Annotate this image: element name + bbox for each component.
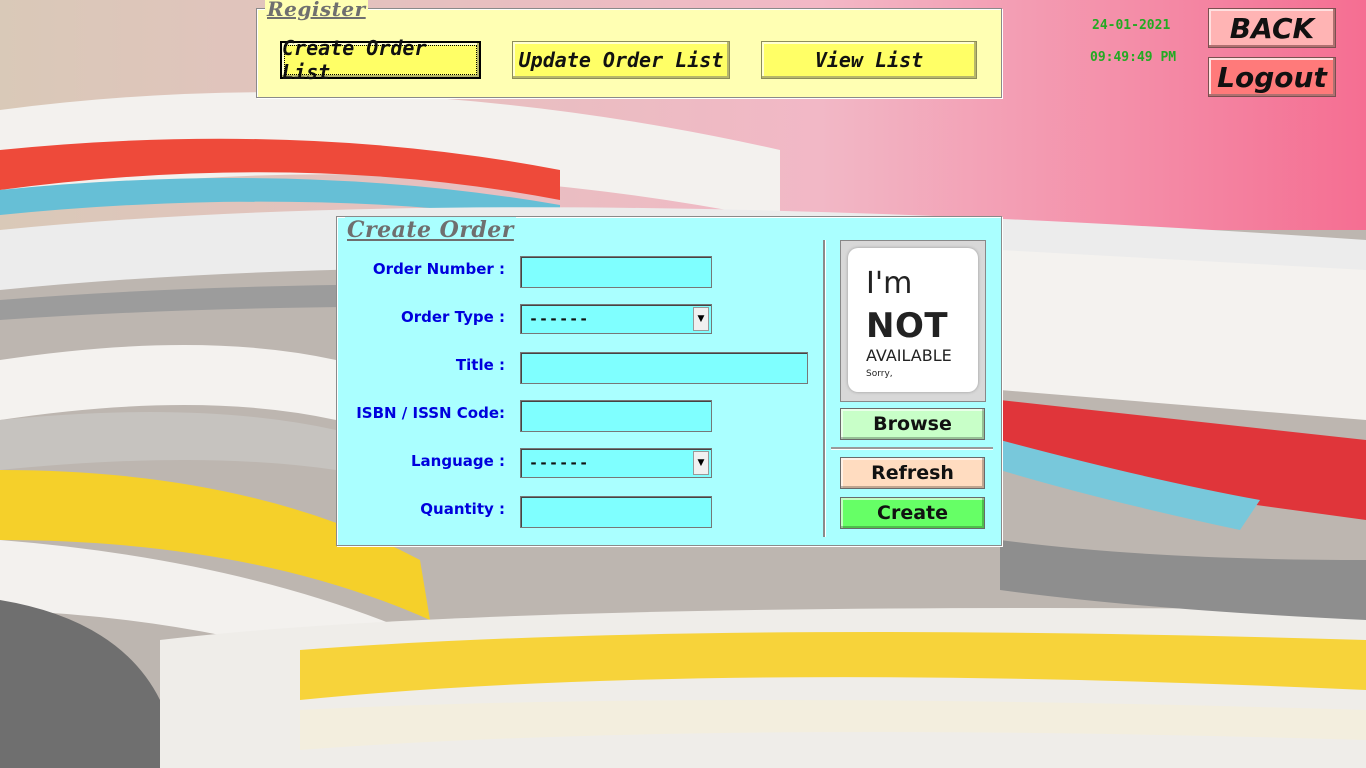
placeholder-line-3: AVAILABLE — [866, 346, 952, 365]
isbn-label: ISBN / ISSN Code: — [356, 404, 505, 422]
quantity-input[interactable] — [520, 496, 712, 528]
create-button[interactable]: Create — [840, 497, 985, 529]
chevron-down-icon[interactable]: ▼ — [693, 307, 709, 331]
vertical-divider — [823, 240, 825, 537]
create-order-title: Create Order — [345, 217, 516, 243]
placeholder-line-4: Sorry, — [866, 369, 893, 379]
placeholder-line-2: NOT — [866, 306, 949, 346]
title-input[interactable] — [520, 352, 808, 384]
quantity-label: Quantity : — [420, 500, 505, 518]
order-number-input[interactable] — [520, 256, 712, 288]
back-button[interactable]: BACK — [1208, 8, 1336, 48]
image-not-available-placeholder: I'm NOT AVAILABLE Sorry, — [848, 248, 978, 392]
create-order-list-button[interactable]: Create Order List — [280, 36, 481, 84]
logout-button[interactable]: Logout — [1208, 57, 1336, 97]
language-select[interactable]: ------ ▼ — [520, 448, 712, 478]
register-panel: Register Create Order List Update Order … — [256, 0, 1002, 98]
register-title: Register — [265, 0, 368, 21]
browse-button[interactable]: Browse — [840, 408, 985, 440]
date-display: 24-01-2021 — [1092, 18, 1171, 33]
language-label: Language : — [410, 452, 505, 470]
order-type-selected: ------ — [529, 310, 590, 328]
isbn-input[interactable] — [520, 400, 712, 432]
horizontal-divider — [831, 447, 993, 449]
view-list-button[interactable]: View List — [761, 41, 977, 79]
update-order-list-button[interactable]: Update Order List — [512, 41, 730, 79]
order-type-label: Order Type : — [400, 308, 505, 326]
refresh-button[interactable]: Refresh — [840, 457, 985, 489]
time-display: 09:49:49 PM — [1090, 50, 1177, 65]
order-number-label: Order Number : — [372, 260, 505, 278]
title-label: Title : — [455, 356, 505, 374]
order-type-select[interactable]: ------ ▼ — [520, 304, 712, 334]
cover-image-preview: I'm NOT AVAILABLE Sorry, — [840, 240, 986, 402]
language-selected: ------ — [529, 454, 590, 472]
placeholder-line-1: I'm — [866, 266, 913, 301]
chevron-down-icon[interactable]: ▼ — [693, 451, 709, 475]
